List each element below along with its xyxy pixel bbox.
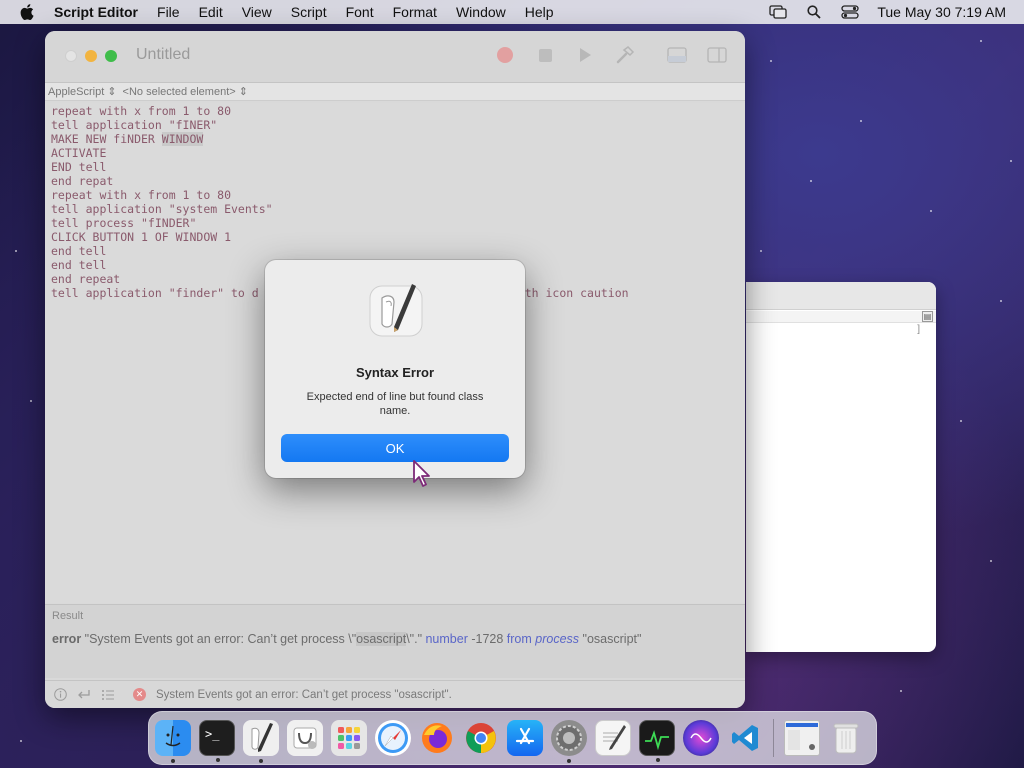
traffic-lights — [65, 50, 117, 62]
status-bar: ✕ System Events got an error: Can’t get … — [45, 680, 745, 708]
background-window-titlebar[interactable] — [746, 282, 936, 310]
info-icon[interactable] — [53, 688, 67, 702]
show-log-icon[interactable] — [667, 45, 687, 65]
script-line: CLICK BUTTON 1 OF WINDOW 1 — [51, 230, 232, 244]
window-title: Untitled — [136, 46, 191, 63]
system-information-icon[interactable] — [287, 720, 323, 756]
minimized-window-icon[interactable] — [784, 720, 820, 756]
window-titlebar[interactable]: Untitled — [45, 31, 745, 83]
text-cursor-icon: ] — [917, 324, 920, 335]
list-icon[interactable] — [101, 688, 115, 702]
menu-script[interactable]: Script — [291, 4, 327, 20]
script-editor-app-icon — [368, 280, 424, 340]
textedit-icon[interactable] — [595, 720, 631, 756]
dock: >_ — [148, 711, 877, 765]
compile-hammer-icon[interactable] — [615, 45, 635, 65]
background-window-header — [746, 311, 936, 323]
ok-button[interactable]: OK — [281, 434, 509, 462]
script-line: tell application "system Events" — [51, 202, 273, 216]
dock-separator — [773, 719, 774, 757]
menu-app-name[interactable]: Script Editor — [54, 4, 138, 20]
spotlight-search-icon[interactable] — [805, 5, 823, 19]
app-store-icon[interactable] — [507, 720, 543, 756]
menu-edit[interactable]: Edit — [199, 4, 223, 20]
menu-file[interactable]: File — [157, 4, 180, 20]
menu-font[interactable]: Font — [346, 4, 374, 20]
record-icon[interactable] — [495, 45, 515, 65]
activity-monitor-icon[interactable] — [639, 720, 675, 762]
menu-view[interactable]: View — [242, 4, 272, 20]
error-icon: ✕ — [133, 688, 146, 701]
stop-icon[interactable] — [535, 45, 555, 65]
reply-arrow-icon[interactable] — [77, 688, 91, 702]
script-line: tell process "fINDER" — [51, 216, 197, 230]
script-line: MAKE NEW fiNDER WINDOW — [51, 132, 204, 146]
script-line: end repat — [51, 174, 114, 188]
dialog-title: Syntax Error — [355, 365, 435, 380]
script-line: repeat with x from 1 to 80 — [51, 104, 232, 118]
script-editor-dock-icon[interactable] — [243, 720, 279, 763]
result-text[interactable]: error "System Events got an error: Can’t… — [52, 632, 641, 646]
system-preferences-icon[interactable] — [551, 720, 587, 763]
navigation-bar: AppleScript ⇕ <No selected element> ⇕ — [45, 83, 745, 101]
minimize-button[interactable] — [85, 50, 97, 62]
element-selector[interactable]: <No selected element> ⇕ — [123, 85, 248, 98]
safari-icon[interactable] — [375, 720, 411, 756]
dialog-message: Expected end of line but found class nam… — [306, 391, 484, 417]
firefox-icon[interactable] — [419, 720, 455, 756]
terminal-icon[interactable]: >_ — [199, 720, 235, 762]
script-line: tell application "fINER" — [51, 118, 218, 132]
menu-help[interactable]: Help — [525, 4, 554, 20]
menu-window[interactable]: Window — [456, 4, 506, 20]
column-toggle-icon[interactable]: ▤ — [922, 311, 933, 322]
control-center-icon[interactable] — [841, 5, 859, 19]
menu-format[interactable]: Format — [393, 4, 437, 20]
syntax-error-dialog[interactable]: Syntax Error Expected end of line but fo… — [265, 260, 525, 478]
menu-bar: Script Editor File Edit View Script Font… — [0, 0, 1024, 24]
status-message: System Events got an error: Can’t get pr… — [156, 688, 452, 701]
finder-icon[interactable] — [155, 720, 191, 763]
language-selector[interactable]: AppleScript ⇕ — [48, 85, 117, 98]
background-window[interactable]: ▤ ] — [746, 282, 936, 652]
script-line: end tell — [51, 244, 107, 258]
zoom-button[interactable] — [105, 50, 117, 62]
close-button[interactable] — [65, 50, 77, 62]
script-line: repeat with x from 1 to 80 — [51, 188, 232, 202]
launchpad-icon[interactable] — [331, 720, 367, 756]
vscode-icon[interactable] — [727, 720, 763, 756]
screen-mirroring-icon[interactable] — [769, 5, 787, 19]
menubar-clock[interactable]: Tue May 30 7:19 AM — [877, 4, 1006, 20]
siri-icon[interactable] — [683, 720, 719, 756]
mouse-pointer-icon — [412, 460, 432, 488]
script-line: END tell — [51, 160, 107, 174]
trash-icon[interactable] — [828, 720, 864, 756]
run-icon[interactable] — [575, 45, 595, 65]
chrome-icon[interactable] — [463, 720, 499, 756]
apple-menu-icon[interactable] — [20, 4, 36, 20]
script-line: ACTIVATE — [51, 146, 107, 160]
sidebar-toggle-icon[interactable] — [707, 45, 727, 65]
result-label: Result — [52, 610, 84, 622]
